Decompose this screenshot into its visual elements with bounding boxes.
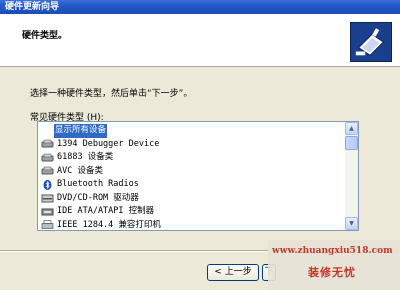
hardware-wizard-icon [350,22,392,62]
list-item-show-all-devices[interactable]: 显示所有设备 [38,124,344,138]
wizard-header: 硬件类型。 [0,14,400,67]
list-item-label: AVC 设备类 [57,165,103,176]
instruction-text: 选择一种硬件类型，然后单击“下一步”。 [30,89,193,99]
window-title: 硬件更新向导 [5,2,60,12]
scroll-down-button[interactable]: ▼ [345,217,358,230]
list-item-label: DVD/CD-ROM 驱动器 [57,192,139,203]
watermark-name: 装修无忧 [308,266,356,279]
list-item-bluetooth[interactable]: Bluetooth Radios [38,178,344,192]
cdrom-icon [41,194,54,203]
drive-icon [41,167,54,175]
scroll-up-button[interactable]: ▲ [345,122,358,135]
window-title-bar[interactable]: 硬件更新向导 [0,0,400,14]
ide-controller-icon [41,208,54,216]
list-item-label: 显示所有设备 [54,124,108,138]
list-item-1394-debugger[interactable]: 1394 Debugger Device [38,138,344,152]
list-scrollbar[interactable]: ▲ ▼ [345,122,358,230]
watermark-url: www.zhuangxiu518.com [272,246,393,256]
printer-icon [41,220,54,230]
drive-icon [41,153,54,162]
list-item-ide-ata[interactable]: IDE ATA/ATAPI 控制器 [38,205,344,219]
list-item-61883[interactable]: 61883 设备类 [38,151,344,165]
list-item-label: Bluetooth Radios [57,179,139,189]
bluetooth-icon [43,179,52,190]
list-item-ieee-1284[interactable]: IEEE 1284.4 兼容打印机 [38,219,344,231]
scroll-thumb[interactable] [345,136,358,150]
hardware-type-list[interactable]: 显示所有设备 1394 Debugger Device 61883 设备类 AV… [37,121,359,231]
hardware-type-items: 显示所有设备 1394 Debugger Device 61883 设备类 AV… [38,124,344,231]
list-item-label: IEEE 1284.4 兼容打印机 [57,219,161,230]
site-watermark: www.zhuangxiu518.com 装修无忧 [268,240,400,290]
back-button[interactable]: < 上一步 [207,264,259,281]
drive-icon [41,140,54,148]
list-item-avc[interactable]: AVC 设备类 [38,165,344,179]
header-title: 硬件类型。 [22,31,68,41]
list-item-label: 1394 Debugger Device [57,138,160,149]
list-item-label: IDE ATA/ATAPI 控制器 [57,206,155,216]
list-item-label: 61883 设备类 [57,152,114,162]
list-item-dvd-cdrom[interactable]: DVD/CD-ROM 驱动器 [38,192,344,206]
